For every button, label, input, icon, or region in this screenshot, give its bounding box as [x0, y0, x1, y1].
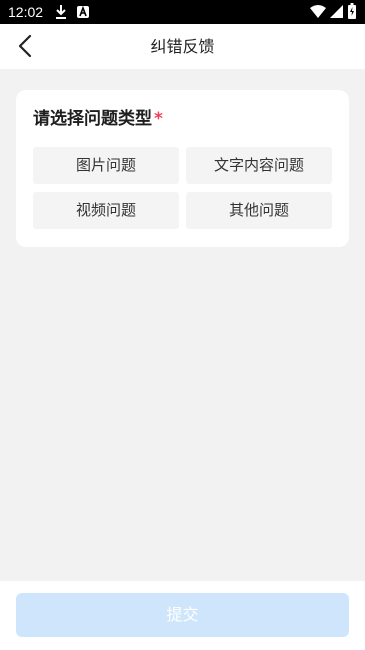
question-label-text: 请选择问题类型	[33, 109, 152, 129]
option-other-problem[interactable]: 其他问题	[186, 192, 332, 229]
status-time: 12:02	[8, 4, 44, 20]
submit-button[interactable]: 提交	[16, 593, 349, 637]
feedback-type-card: 请选择问题类型 * 图片问题 文字内容问题 视频问题 其他问题	[16, 90, 349, 247]
question-label: 请选择问题类型 *	[33, 107, 163, 131]
signal-icon	[330, 5, 343, 18]
status-bar: 12:02	[0, 0, 365, 24]
bottom-bar: 提交	[0, 581, 365, 650]
battery-icon	[348, 3, 356, 19]
page-title: 纠错反馈	[150, 37, 215, 56]
option-image-problem[interactable]: 图片问题	[33, 147, 179, 184]
header: 纠错反馈	[0, 24, 365, 69]
required-mark: *	[154, 109, 163, 129]
option-text-content-problem[interactable]: 文字内容问题	[186, 147, 332, 184]
wifi-icon	[310, 5, 326, 18]
download-icon	[56, 5, 66, 19]
app-notification-icon	[77, 5, 89, 18]
option-video-problem[interactable]: 视频问题	[33, 192, 179, 229]
